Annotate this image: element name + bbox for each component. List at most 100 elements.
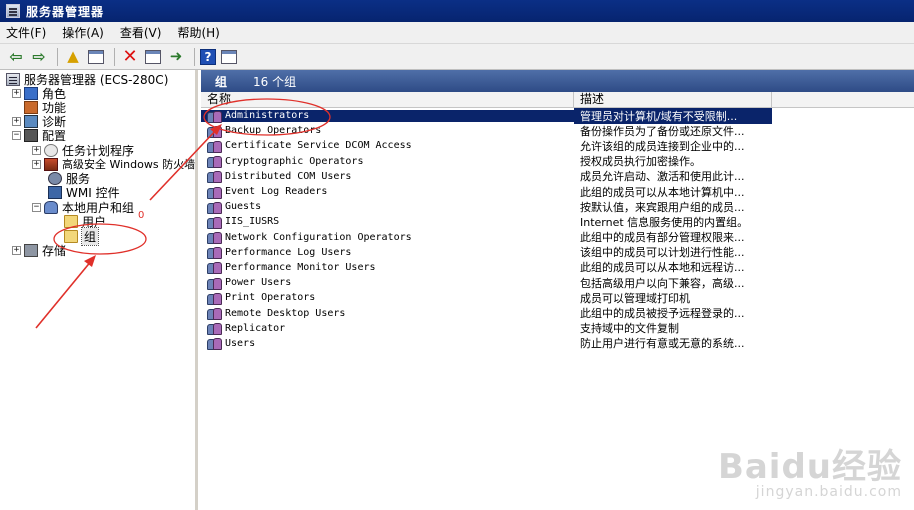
group-row[interactable]: Power Users 包括高级用户以向下兼容，高级...	[201, 275, 914, 290]
group-name: Users	[225, 337, 256, 349]
tree-node-users[interactable]: 用户	[64, 214, 106, 229]
show-tree-icon[interactable]	[86, 47, 106, 67]
group-description: 此组中的成员被授予远程登录的...	[580, 307, 745, 321]
group-name: Administrators	[225, 110, 310, 122]
group-name: Certificate Service DCOM Access	[225, 140, 412, 152]
properties-icon[interactable]	[143, 47, 163, 67]
toolbar-separator	[194, 47, 195, 66]
group-row[interactable]: Backup Operators 备份操作员为了备份或还原文件...	[201, 123, 914, 138]
group-row[interactable]: Certificate Service DCOM Access 允许该组的成员连接…	[201, 138, 914, 153]
group-name: Event Log Readers	[225, 186, 328, 198]
group-icon	[207, 155, 222, 169]
tree-node-task-scheduler[interactable]: + 任务计划程序	[32, 143, 134, 158]
group-name-cell: Cryptographic Operators	[201, 155, 574, 169]
group-name-cell: Remote Desktop Users	[201, 307, 574, 321]
group-name-cell: Power Users	[201, 277, 574, 290]
tree-node-wmi[interactable]: WMI 控件	[48, 185, 120, 200]
group-row[interactable]: Print Operators 成员可以管理域打印机	[201, 290, 914, 305]
group-icon	[207, 216, 222, 229]
group-row[interactable]: Distributed COM Users 成员允许启动、激活和使用此计...	[201, 169, 914, 184]
group-icon	[207, 201, 222, 214]
group-row[interactable]: Remote Desktop Users 此组中的成员被授予远程登录的...	[201, 305, 914, 321]
expand-toggle[interactable]: +	[32, 145, 41, 155]
group-icon	[207, 186, 222, 199]
menu-help[interactable]: 帮助(H)	[177, 24, 219, 41]
folder-icon	[64, 229, 78, 243]
group-name-cell: IIS_IUSRS	[201, 216, 574, 229]
menu-view[interactable]: 查看(V)	[120, 24, 162, 41]
details-title: 组	[215, 74, 228, 89]
group-icon	[207, 322, 222, 336]
expand-toggle[interactable]: +	[12, 245, 21, 255]
navigation-tree: 服务器管理器 (ECS-280C) + 角色 功能 + 诊断 − 配置 + 任务…	[0, 70, 198, 510]
up-folder-icon[interactable]: ▲	[63, 47, 83, 67]
column-header-name[interactable]: 名称	[201, 92, 574, 108]
group-description: 此组的成员可以从本地计算机中...	[580, 185, 745, 199]
group-name-cell: Print Operators	[201, 292, 574, 305]
tree-node-storage[interactable]: + 存储	[12, 243, 67, 258]
group-name-cell: Event Log Readers	[201, 186, 574, 199]
group-description: 成员可以管理域打印机	[580, 291, 690, 305]
group-description: 允许该组的成员连接到企业中的...	[580, 139, 745, 153]
collapse-toggle[interactable]: −	[32, 202, 41, 212]
group-description: 此组的成员可以从本地和远程访...	[580, 261, 745, 275]
expand-toggle[interactable]: +	[32, 159, 41, 169]
tree-node-groups[interactable]: 组	[64, 226, 100, 246]
tree-node-configuration[interactable]: − 配置	[12, 128, 66, 143]
expand-toggle[interactable]: +	[12, 116, 21, 126]
tree-node-root[interactable]: 服务器管理器 (ECS-280C)	[6, 72, 168, 87]
forward-arrow-icon[interactable]: ⇨	[29, 47, 49, 67]
firewall-icon	[44, 157, 58, 171]
group-name: Performance Log Users	[225, 246, 352, 258]
group-icon	[207, 231, 222, 245]
console-icon[interactable]	[219, 47, 239, 67]
group-icon	[207, 246, 222, 260]
delete-icon[interactable]: ✕	[120, 47, 140, 67]
group-row[interactable]: Event Log Readers 此组的成员可以从本地计算机中...	[201, 184, 914, 199]
group-row[interactable]: Guests 按默认值，来宾跟用户组的成员...	[201, 199, 914, 214]
group-name: Performance Monitor Users	[225, 261, 376, 273]
group-row[interactable]: Administrators 管理员对计算机/域有不受限制...	[201, 107, 914, 124]
group-description: 授权成员执行加密操作。	[580, 155, 701, 169]
watermark-logo: Baidu经验	[717, 447, 902, 487]
tree-label: 存储	[42, 243, 67, 258]
expand-toggle[interactable]: +	[12, 88, 21, 98]
group-description: 备份操作员为了备份或还原文件...	[580, 124, 745, 138]
group-name-cell: Performance Log Users	[201, 246, 574, 260]
users-groups-icon	[44, 200, 58, 214]
export-icon[interactable]: ➜	[166, 47, 186, 67]
group-icon	[207, 277, 222, 290]
group-name: Remote Desktop Users	[225, 307, 346, 319]
group-row[interactable]: Users 防止用户进行有意或无意的系统...	[201, 336, 914, 351]
diagnostics-icon	[24, 114, 38, 128]
group-name-cell: Backup Operators	[201, 125, 574, 138]
toolbar-separator	[57, 47, 58, 66]
group-description: 支持域中的文件复制	[580, 322, 679, 336]
group-row[interactable]: Performance Monitor Users 此组的成员可以从本地和远程访.…	[201, 260, 914, 275]
tree-label: 组	[80, 226, 100, 246]
group-row[interactable]: Network Configuration Operators 此组中的成员有部分…	[201, 230, 914, 245]
group-name: Backup Operators	[225, 125, 322, 137]
group-description: 防止用户进行有意或无意的系统...	[580, 337, 745, 351]
help-icon[interactable]: ?	[200, 48, 216, 65]
group-list: Administrators 管理员对计算机/域有不受限制... Backup Op…	[201, 107, 914, 351]
group-row[interactable]: Cryptographic Operators 授权成员执行加密操作。	[201, 154, 914, 169]
group-description: 按默认值，来宾跟用户组的成员...	[580, 200, 745, 214]
menu-action[interactable]: 操作(A)	[62, 24, 104, 41]
group-icon	[207, 125, 222, 138]
column-header-description[interactable]: 描述	[574, 92, 772, 108]
group-row[interactable]: Performance Log Users 该组中的成员可以计划进行性能...	[201, 245, 914, 260]
group-row[interactable]: IIS_IUSRS Internet 信息服务使用的内置组。	[201, 214, 914, 229]
collapse-toggle[interactable]: −	[12, 130, 21, 140]
details-header: 组 16 个组	[201, 70, 914, 92]
menu-file[interactable]: 文件(F)	[6, 24, 46, 41]
watermark: Baidu经验 jingyan.baidu.com	[718, 439, 902, 500]
group-icon	[207, 261, 222, 275]
group-name: Print Operators	[225, 292, 316, 304]
group-name-cell: Replicator	[201, 322, 574, 336]
features-icon	[24, 100, 38, 114]
group-name-cell: Guests	[201, 201, 574, 214]
tree-node-firewall[interactable]: + 高级安全 Windows 防火墙	[32, 157, 195, 171]
back-arrow-icon[interactable]: ⇦	[6, 47, 26, 67]
group-row[interactable]: Replicator 支持域中的文件复制	[201, 321, 914, 336]
